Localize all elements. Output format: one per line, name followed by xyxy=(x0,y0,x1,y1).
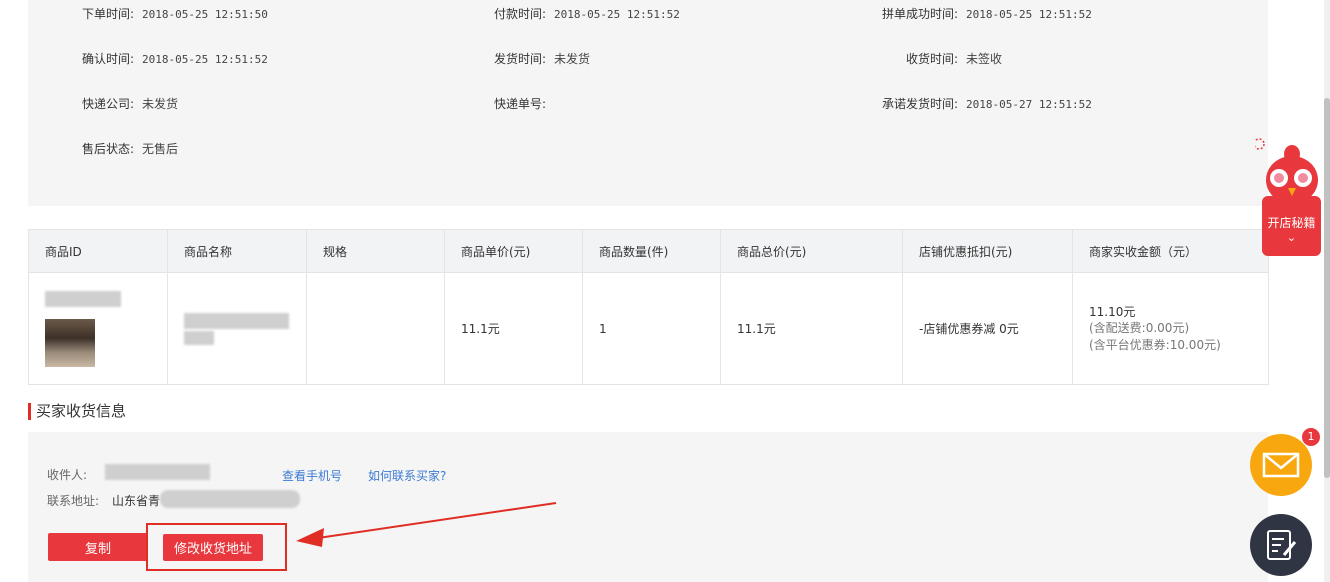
mail-badge: 1 xyxy=(1302,428,1320,446)
highlight-annotation-box xyxy=(146,523,287,571)
group-success-time: 拼单成功时间: 2018-05-25 12:51:52 xyxy=(840,5,1092,22)
mail-icon xyxy=(1262,452,1300,478)
confirm-time: 确认时间: 2018-05-25 12:51:52 xyxy=(60,50,268,67)
express-company-label: 快递公司: xyxy=(81,97,134,111)
mail-button[interactable] xyxy=(1250,434,1312,496)
goods-name-cell xyxy=(167,272,307,385)
col-header-unit-price: 商品单价(元) xyxy=(444,229,583,273)
buyer-section-title: 买家收货信息 xyxy=(28,403,126,420)
promised-ship-time: 承诺发货时间: 2018-05-27 12:51:52 xyxy=(840,95,1092,112)
ship-time: 发货时间: 未发货 xyxy=(472,50,590,67)
receiver-label: 收件人: xyxy=(47,468,88,482)
received-amount-cell: 11.10元 (含配送费:0.00元) (含平台优惠券:10.00元) xyxy=(1072,272,1269,385)
scrollbar-thumb[interactable] xyxy=(1324,98,1330,478)
col-header-quantity: 商品数量(件) xyxy=(582,229,721,273)
ship-time-label: 发货时间: xyxy=(493,52,546,66)
received-shipping-fee: (含配送费:0.00元) xyxy=(1089,321,1190,335)
payment-time-value: 2018-05-25 12:51:52 xyxy=(554,8,680,21)
spec-cell xyxy=(306,272,445,385)
address-label: 联系地址: xyxy=(47,494,100,508)
confirm-time-label: 确认时间: xyxy=(81,52,134,66)
after-sale-status: 售后状态: 无售后 xyxy=(60,140,178,157)
confirm-time-value: 2018-05-25 12:51:52 xyxy=(142,53,268,66)
ship-time-value: 未发货 xyxy=(554,52,591,66)
table-header-row: 商品ID 商品名称 规格 商品单价(元) 商品数量(件) 商品总价(元) 店铺优… xyxy=(28,229,1269,273)
promo-widget[interactable]: 开店秘籍 ⌄ xyxy=(1255,138,1321,258)
promised-ship-time-value: 2018-05-27 12:51:52 xyxy=(966,98,1092,111)
col-header-received-amount: 商家实收金额（元） xyxy=(1072,229,1269,273)
goods-name-redacted-2 xyxy=(184,330,214,345)
col-header-spec: 规格 xyxy=(306,229,445,273)
col-header-goods-id: 商品ID xyxy=(28,229,168,273)
copy-button[interactable]: 复制 xyxy=(48,533,148,561)
order-time-label: 下单时间: xyxy=(81,7,134,21)
table-row: 11.1元 1 11.1元 -店铺优惠券减 0元 11.10元 (含配送费:0.… xyxy=(28,272,1269,385)
col-header-total-price: 商品总价(元) xyxy=(720,229,903,273)
col-header-shop-discount: 店铺优惠抵扣(元) xyxy=(902,229,1073,273)
after-sale-status-value: 无售后 xyxy=(142,142,179,156)
order-time: 下单时间: 2018-05-25 12:51:50 xyxy=(60,5,268,22)
received-amount: 11.10元 xyxy=(1089,305,1136,319)
chevron-down-icon: ⌄ xyxy=(1286,231,1297,244)
contact-buyer-link[interactable]: 如何联系买家? xyxy=(368,467,446,484)
total-price-cell: 11.1元 xyxy=(720,272,903,385)
view-phone-link[interactable]: 查看手机号 xyxy=(282,467,342,484)
order-time-value: 2018-05-25 12:51:50 xyxy=(142,8,268,21)
payment-time: 付款时间: 2018-05-25 12:51:52 xyxy=(472,5,680,22)
goods-table: 商品ID 商品名称 规格 商品单价(元) 商品数量(件) 商品总价(元) 店铺优… xyxy=(28,229,1269,385)
receive-time-label: 收货时间: xyxy=(905,52,958,66)
express-company-value: 未发货 xyxy=(142,97,179,111)
promo-label: 开店秘籍 xyxy=(1267,216,1316,230)
payment-time-label: 付款时间: xyxy=(493,7,546,21)
edit-icon xyxy=(1267,530,1297,560)
group-success-time-value: 2018-05-25 12:51:52 xyxy=(966,8,1092,21)
tracking-number-label: 快递单号: xyxy=(493,97,546,111)
goods-thumbnail[interactable] xyxy=(45,318,95,367)
feedback-edit-button[interactable] xyxy=(1250,514,1312,576)
group-success-time-label: 拼单成功时间: xyxy=(881,7,958,21)
receiver-name-redacted xyxy=(105,464,210,480)
received-platform-coupon: (含平台优惠券:10.00元) xyxy=(1089,338,1221,352)
tracking-number: 快递单号: xyxy=(472,95,554,112)
col-header-goods-name: 商品名称 xyxy=(167,229,307,273)
goods-id-cell xyxy=(28,272,168,385)
receive-time: 收货时间: 未签收 xyxy=(840,50,1002,67)
address-redacted xyxy=(160,490,300,508)
promo-banner[interactable]: 开店秘籍 ⌄ xyxy=(1262,196,1321,256)
shop-discount-cell: -店铺优惠券减 0元 xyxy=(902,272,1073,385)
after-sale-status-label: 售后状态: xyxy=(81,142,134,156)
quantity-cell: 1 xyxy=(582,272,721,385)
goods-name-redacted-1 xyxy=(184,312,289,329)
receive-time-value: 未签收 xyxy=(966,52,1003,66)
unit-price-cell: 11.1元 xyxy=(444,272,583,385)
address-value: 山东省青 xyxy=(112,494,161,508)
express-company: 快递公司: 未发货 xyxy=(60,95,178,112)
scrollbar[interactable] xyxy=(1324,0,1330,582)
goods-id-redacted xyxy=(45,290,121,307)
promised-ship-time-label: 承诺发货时间: xyxy=(881,97,958,111)
